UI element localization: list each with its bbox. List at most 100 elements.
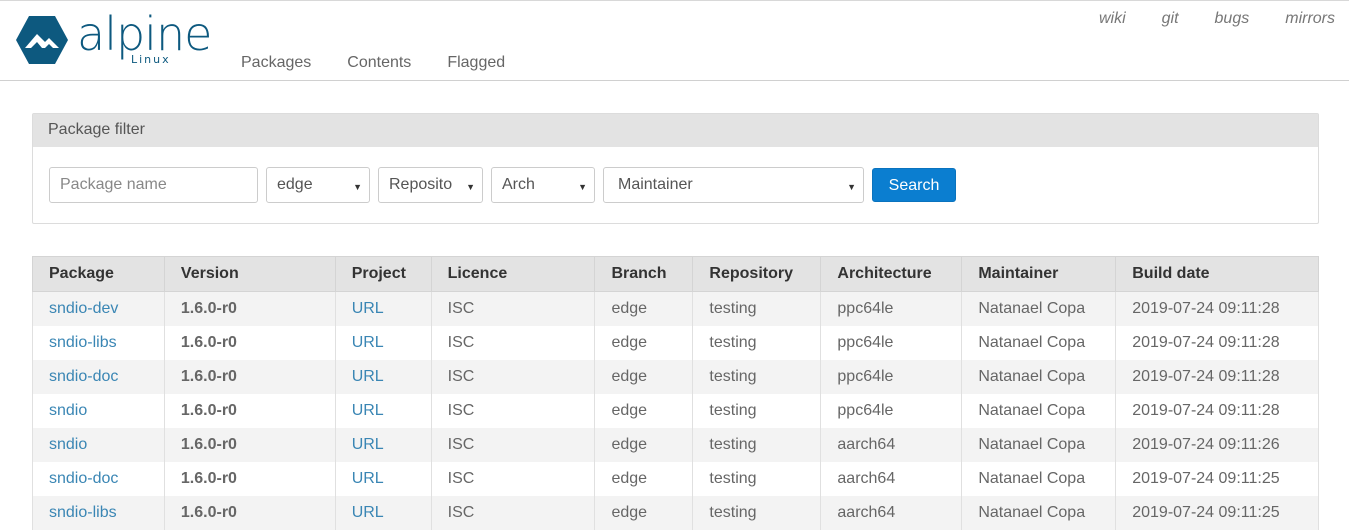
package-cell: sndio — [32, 427, 165, 462]
arch-select-value: Arch — [502, 176, 535, 193]
nav-mirrors[interactable]: mirrors — [1285, 10, 1335, 28]
project-url-link[interactable]: URL — [352, 402, 384, 419]
licence-cell: ISC — [430, 359, 596, 394]
brand-subtitle: Linux — [131, 53, 171, 66]
licence-cell: ISC — [430, 393, 596, 428]
branch-select[interactable]: edge ▼ — [266, 167, 370, 203]
nav-flagged[interactable]: Flagged — [447, 54, 505, 72]
package-cell: sndio-doc — [32, 461, 165, 496]
chevron-down-icon: ▼ — [847, 182, 856, 192]
alpine-logo[interactable]: alpine Linux — [15, 11, 215, 70]
branch-select-value: edge — [277, 176, 313, 193]
maintainer-cell: Natanael Copa — [961, 393, 1117, 428]
project-cell: URL — [334, 427, 432, 462]
project-cell: URL — [334, 461, 432, 496]
version-cell: 1.6.0-r0 — [163, 359, 336, 394]
nav-contents[interactable]: Contents — [347, 54, 411, 72]
table-row: sndio-doc 1.6.0-r0 URL ISC edge testing … — [32, 359, 1319, 394]
column-header-version: Version — [163, 256, 336, 292]
package-link[interactable]: sndio — [49, 436, 87, 453]
branch-cell: edge — [594, 427, 694, 462]
architecture-cell: aarch64 — [820, 461, 963, 496]
nav-git[interactable]: git — [1162, 10, 1179, 28]
column-header-branch: Branch — [594, 256, 694, 292]
column-header-package: Package — [32, 256, 165, 292]
repository-cell: testing — [692, 495, 822, 530]
package-link[interactable]: sndio-libs — [49, 334, 117, 351]
table-row: sndio-doc 1.6.0-r0 URL ISC edge testing … — [32, 461, 1319, 496]
maintainer-select[interactable]: Maintainer ▼ — [603, 167, 864, 203]
version-cell: 1.6.0-r0 — [163, 291, 336, 326]
project-url-link[interactable]: URL — [352, 436, 384, 453]
package-cell: sndio-libs — [32, 495, 165, 530]
package-name-input[interactable]: Package name — [49, 167, 258, 203]
chevron-down-icon: ▼ — [353, 182, 362, 192]
maintainer-cell: Natanael Copa — [961, 461, 1117, 496]
project-cell: URL — [334, 495, 432, 530]
repository-select[interactable]: Reposito ▼ — [378, 167, 483, 203]
project-cell: URL — [334, 325, 432, 360]
maintainer-cell: Natanael Copa — [961, 495, 1117, 530]
architecture-cell: aarch64 — [820, 495, 963, 530]
project-url-link[interactable]: URL — [352, 300, 384, 317]
licence-cell: ISC — [430, 325, 596, 360]
licence-cell: ISC — [430, 291, 596, 326]
repository-cell: testing — [692, 359, 822, 394]
mountain-hexagon-icon — [16, 16, 68, 64]
package-filter-title: Package filter — [33, 114, 1318, 147]
licence-cell: ISC — [430, 461, 596, 496]
repository-cell: testing — [692, 393, 822, 428]
package-cell: sndio-dev — [32, 291, 165, 326]
package-link[interactable]: sndio-libs — [49, 504, 117, 521]
package-link[interactable]: sndio-doc — [49, 470, 118, 487]
version-cell: 1.6.0-r0 — [163, 461, 336, 496]
package-filter-panel: Package filter Package name edge ▼ Repos… — [32, 113, 1319, 224]
project-cell: URL — [334, 359, 432, 394]
project-url-link[interactable]: URL — [352, 470, 384, 487]
search-button[interactable]: Search — [872, 168, 956, 202]
repository-cell: testing — [692, 325, 822, 360]
licence-cell: ISC — [430, 427, 596, 462]
package-link[interactable]: sndio — [49, 402, 87, 419]
table-row: sndio-dev 1.6.0-r0 URL ISC edge testing … — [32, 291, 1319, 326]
package-link[interactable]: sndio-doc — [49, 368, 118, 385]
branch-cell: edge — [594, 359, 694, 394]
branch-cell: edge — [594, 495, 694, 530]
chevron-down-icon: ▼ — [578, 182, 587, 192]
build-date-cell: 2019-07-24 09:11:28 — [1115, 359, 1319, 394]
repository-select-value: Reposito — [389, 176, 453, 193]
repository-cell: testing — [692, 427, 822, 462]
build-date-cell: 2019-07-24 09:11:25 — [1115, 495, 1319, 530]
repository-cell: testing — [692, 291, 822, 326]
package-link[interactable]: sndio-dev — [49, 300, 118, 317]
repository-cell: testing — [692, 461, 822, 496]
maintainer-select-value: Maintainer — [618, 176, 693, 193]
project-url-link[interactable]: URL — [352, 368, 384, 385]
build-date-cell: 2019-07-24 09:11:25 — [1115, 461, 1319, 496]
branch-cell: edge — [594, 461, 694, 496]
maintainer-cell: Natanael Copa — [961, 291, 1117, 326]
maintainer-cell: Natanael Copa — [961, 427, 1117, 462]
nav-wiki[interactable]: wiki — [1099, 10, 1126, 28]
branch-cell: edge — [594, 291, 694, 326]
top-nav: wiki git bugs mirrors — [1063, 10, 1335, 28]
table-header-row: Package Version Project Licence Branch R… — [32, 256, 1319, 292]
architecture-cell: ppc64le — [820, 291, 963, 326]
version-cell: 1.6.0-r0 — [163, 427, 336, 462]
architecture-cell: ppc64le — [820, 393, 963, 428]
arch-select[interactable]: Arch ▼ — [491, 167, 595, 203]
table-row: sndio-libs 1.6.0-r0 URL ISC edge testing… — [32, 325, 1319, 360]
column-header-licence: Licence — [430, 256, 596, 292]
package-cell: sndio-libs — [32, 325, 165, 360]
column-header-repository: Repository — [692, 256, 822, 292]
project-url-link[interactable]: URL — [352, 334, 384, 351]
column-header-maintainer: Maintainer — [961, 256, 1117, 292]
package-cell: sndio — [32, 393, 165, 428]
top-bar: alpine Linux Packages Contents Flagged w… — [0, 0, 1349, 81]
nav-bugs[interactable]: bugs — [1215, 10, 1250, 28]
project-url-link[interactable]: URL — [352, 504, 384, 521]
column-header-build-date: Build date — [1115, 256, 1319, 292]
nav-packages[interactable]: Packages — [241, 54, 311, 72]
version-cell: 1.6.0-r0 — [163, 325, 336, 360]
table-row: sndio 1.6.0-r0 URL ISC edge testing ppc6… — [32, 393, 1319, 428]
